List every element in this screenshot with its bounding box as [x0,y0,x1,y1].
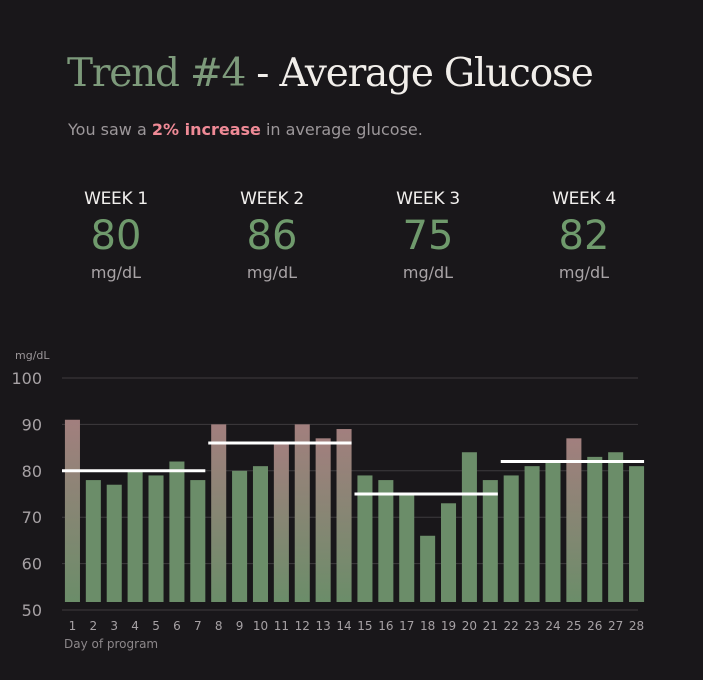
x-tick-label: 6 [173,619,181,633]
x-tick-label: 17 [399,619,414,633]
x-tick-label: 5 [152,619,160,633]
x-tick-label: 8 [215,619,223,633]
week-stat: WEEK 4 82 mg/dL [506,188,662,286]
bar [273,442,289,602]
x-tick-label: 18 [420,619,435,633]
bar [545,461,561,602]
week-stat: WEEK 1 80 mg/dL [38,188,194,286]
week-value: 80 [90,213,142,259]
glucose-bar-chart: mg/dL 5060708090100 1 2 3 4 5 6 7 8 9 10 11 12 13 14 1… [11,349,645,651]
x-tick-label: 27 [608,619,623,633]
week-label: WEEK 4 [552,189,616,209]
x-tick-label: 25 [566,619,581,633]
summary-highlight: 2% increase [151,120,261,139]
y-tick-label: 70 [22,508,42,527]
x-tick-label: 19 [441,619,456,633]
bar [232,470,248,602]
week-unit: mg/dL [402,263,454,282]
x-tick-label: 20 [462,619,477,633]
x-tick-label: 23 [524,619,539,633]
x-tick-label: 22 [504,619,519,633]
bar [294,424,310,602]
bar [440,503,457,602]
bar [190,480,206,602]
week-stat: WEEK 3 75 mg/dL [350,188,506,286]
bar [315,438,331,602]
x-tick-label: 21 [483,619,498,633]
bar [252,466,269,602]
bar [127,470,143,602]
week-unit: mg/dL [558,263,610,282]
title-text: - Average Glucose [245,51,594,96]
x-tick-label: 3 [110,619,118,633]
bar [420,535,436,602]
bar [106,484,122,602]
x-tick-label: 7 [194,619,202,633]
bar [336,429,352,602]
x-tick-label: 4 [131,619,139,633]
weekly-stats: WEEK 1 80 mg/dL WEEK 2 86 mg/dL WEEK 3 7… [38,188,662,286]
x-tick-label: 9 [236,619,244,633]
x-tick-label: 26 [587,619,602,633]
y-tick-label: 50 [22,601,42,620]
x-tick-label: 2 [90,619,98,633]
week-label: WEEK 1 [84,189,148,209]
bar [503,475,519,602]
y-axis-unit-label: mg/dL [15,349,50,362]
y-tick-label: 60 [22,555,42,574]
x-tick-label: 14 [336,619,351,633]
x-tick-label: 28 [629,619,644,633]
week-value: 75 [402,213,454,259]
week-unit: mg/dL [90,263,142,282]
x-tick-label: 16 [378,619,393,633]
bar [587,456,603,602]
x-axis-label: Day of program [64,637,158,651]
week-value: 86 [246,213,298,259]
bar [211,424,227,602]
page-title: Trend #4 - Average Glucose [67,51,594,97]
x-tick-label: 11 [274,619,289,633]
x-tick-label: 15 [357,619,372,633]
bar [148,475,164,602]
bar [461,452,477,602]
bar [399,494,415,602]
x-tick-label: 10 [253,619,268,633]
x-tick-label: 1 [69,619,77,633]
x-tick-label: 24 [545,619,560,633]
week-label: WEEK 2 [240,189,304,209]
y-tick-label: 100 [11,369,42,388]
summary-prefix: You saw a [68,120,152,139]
week-unit: mg/dL [246,263,298,282]
bar [524,466,540,602]
week-label: WEEK 3 [396,189,460,209]
bar [482,480,498,602]
bar [64,419,80,602]
bar [85,480,101,602]
bar [169,461,185,602]
week-stat: WEEK 2 86 mg/dL [194,188,350,286]
y-tick-label: 90 [22,415,42,434]
trend-label: Trend #4 [67,51,246,96]
summary-text: You saw a 2% increase in average glucose… [68,120,423,139]
x-tick-label: 12 [295,619,310,633]
y-tick-label: 80 [22,462,42,481]
x-tick-label: 13 [316,619,331,633]
summary-suffix: in average glucose. [260,120,423,139]
bar [378,480,394,602]
bar [629,466,645,602]
week-value: 82 [558,213,610,259]
bar [608,452,624,602]
